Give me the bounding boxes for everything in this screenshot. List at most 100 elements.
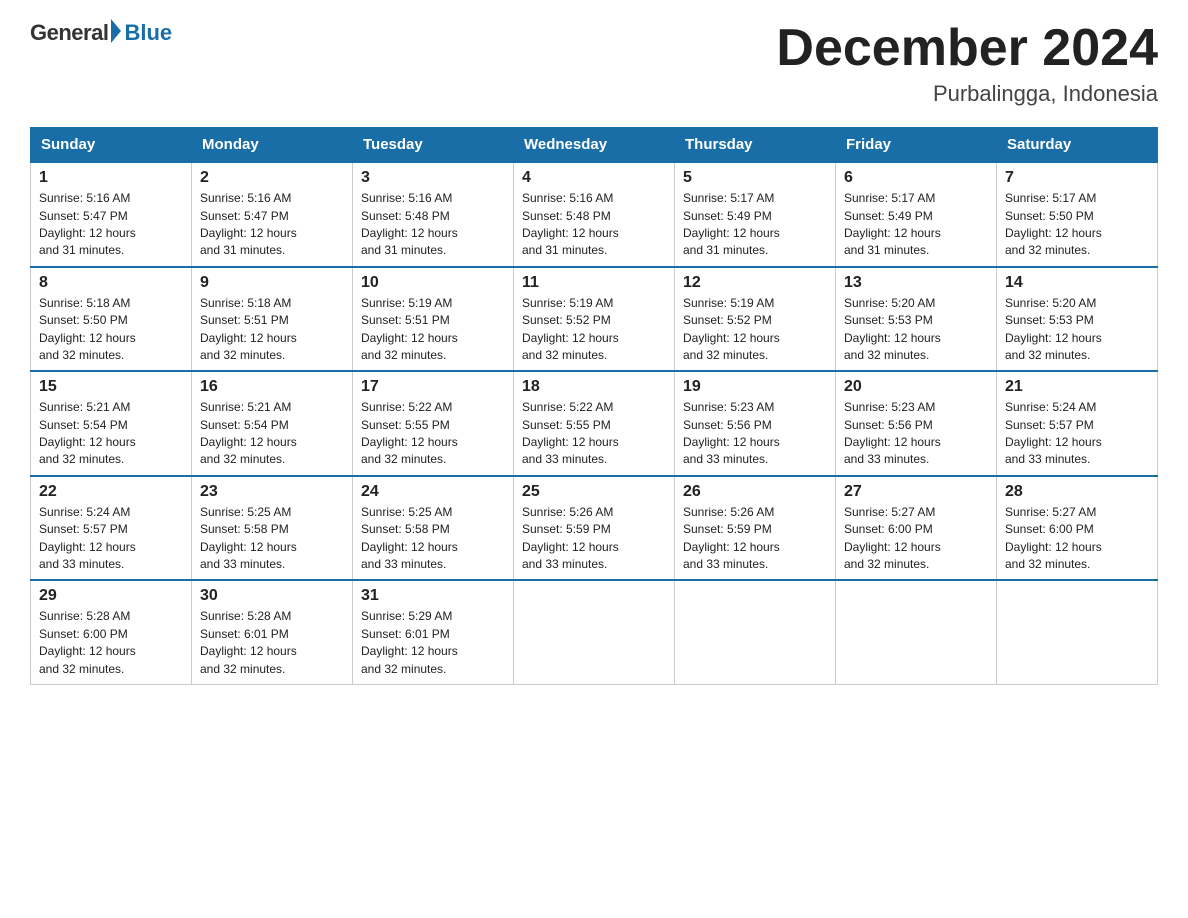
day-number: 15 bbox=[39, 378, 183, 396]
title-section: December 2024 Purbalingga, Indonesia bbox=[776, 20, 1158, 107]
calendar-day-cell: 12Sunrise: 5:19 AM Sunset: 5:52 PM Dayli… bbox=[675, 267, 836, 372]
day-number: 27 bbox=[844, 483, 988, 501]
calendar-day-cell: 3 Sunrise: 5:16 AM Sunset: 5:48 PM Daylig… bbox=[353, 162, 514, 267]
header-tuesday: Tuesday bbox=[353, 128, 514, 163]
calendar-week-row: 29 Sunrise: 5:28 AM Sunset: 6:00 PM Dayli… bbox=[31, 580, 1158, 684]
day-number: 18 bbox=[522, 378, 666, 396]
calendar-day-cell: 5Sunrise: 5:17 AM Sunset: 5:49 PM Daylig… bbox=[675, 162, 836, 267]
day-number: 23 bbox=[200, 483, 344, 501]
calendar-header-row: SundayMondayTuesdayWednesdayThursdayFrid… bbox=[31, 128, 1158, 163]
day-info: Sunrise: 5:28 AM Sunset: 6:00 PM Dayligh… bbox=[39, 608, 183, 678]
day-info: Sunrise: 5:19 AM Sunset: 5:51 PM Dayligh… bbox=[361, 295, 505, 365]
calendar-day-cell: 9 Sunrise: 5:18 AM Sunset: 5:51 PM Daylig… bbox=[192, 267, 353, 372]
calendar-day-cell: 30 Sunrise: 5:28 AM Sunset: 6:01 PM Dayli… bbox=[192, 580, 353, 684]
page-header: General Blue December 2024 Purbalingga, … bbox=[30, 20, 1158, 107]
day-number: 22 bbox=[39, 483, 183, 501]
day-number: 31 bbox=[361, 587, 505, 605]
calendar-week-row: 15 Sunrise: 5:21 AM Sunset: 5:54 PM Dayli… bbox=[31, 371, 1158, 476]
day-info: Sunrise: 5:23 AM Sunset: 5:56 PM Dayligh… bbox=[683, 399, 827, 469]
calendar-day-cell: 13 Sunrise: 5:20 AM Sunset: 5:53 PM Dayli… bbox=[836, 267, 997, 372]
day-info: Sunrise: 5:25 AM Sunset: 5:58 PM Dayligh… bbox=[200, 504, 344, 574]
calendar-day-cell bbox=[997, 580, 1158, 684]
day-info: Sunrise: 5:26 AM Sunset: 5:59 PM Dayligh… bbox=[683, 504, 827, 574]
day-info: Sunrise: 5:18 AM Sunset: 5:50 PM Dayligh… bbox=[39, 295, 183, 365]
calendar-day-cell: 8 Sunrise: 5:18 AM Sunset: 5:50 PM Daylig… bbox=[31, 267, 192, 372]
day-info: Sunrise: 5:18 AM Sunset: 5:51 PM Dayligh… bbox=[200, 295, 344, 365]
day-info: Sunrise: 5:24 AM Sunset: 5:57 PM Dayligh… bbox=[39, 504, 183, 574]
day-number: 29 bbox=[39, 587, 183, 605]
calendar-day-cell: 16Sunrise: 5:21 AM Sunset: 5:54 PM Dayli… bbox=[192, 371, 353, 476]
day-number: 8 bbox=[39, 274, 183, 292]
page-title: December 2024 bbox=[776, 20, 1158, 77]
day-number: 2 bbox=[200, 169, 344, 187]
calendar-day-cell: 26 Sunrise: 5:26 AM Sunset: 5:59 PM Dayli… bbox=[675, 476, 836, 581]
day-number: 4 bbox=[522, 169, 666, 187]
day-number: 26 bbox=[683, 483, 827, 501]
day-number: 1 bbox=[39, 169, 183, 187]
calendar-day-cell: 10 Sunrise: 5:19 AM Sunset: 5:51 PM Dayli… bbox=[353, 267, 514, 372]
calendar-day-cell: 31 Sunrise: 5:29 AM Sunset: 6:01 PM Dayli… bbox=[353, 580, 514, 684]
day-number: 3 bbox=[361, 169, 505, 187]
logo-triangle-icon bbox=[111, 19, 121, 43]
day-number: 20 bbox=[844, 378, 988, 396]
day-info: Sunrise: 5:29 AM Sunset: 6:01 PM Dayligh… bbox=[361, 608, 505, 678]
logo-general-text: General bbox=[30, 20, 108, 46]
calendar-table: SundayMondayTuesdayWednesdayThursdayFrid… bbox=[30, 127, 1158, 685]
calendar-day-cell: 23 Sunrise: 5:25 AM Sunset: 5:58 PM Dayli… bbox=[192, 476, 353, 581]
calendar-day-cell: 27 Sunrise: 5:27 AM Sunset: 6:00 PM Dayli… bbox=[836, 476, 997, 581]
calendar-day-cell: 29 Sunrise: 5:28 AM Sunset: 6:00 PM Dayli… bbox=[31, 580, 192, 684]
day-info: Sunrise: 5:23 AM Sunset: 5:56 PM Dayligh… bbox=[844, 399, 988, 469]
header-monday: Monday bbox=[192, 128, 353, 163]
calendar-day-cell: 20 Sunrise: 5:23 AM Sunset: 5:56 PM Dayli… bbox=[836, 371, 997, 476]
calendar-day-cell: 18 Sunrise: 5:22 AM Sunset: 5:55 PM Dayli… bbox=[514, 371, 675, 476]
day-number: 16 bbox=[200, 378, 344, 396]
calendar-day-cell: 15 Sunrise: 5:21 AM Sunset: 5:54 PM Dayli… bbox=[31, 371, 192, 476]
day-info: Sunrise: 5:28 AM Sunset: 6:01 PM Dayligh… bbox=[200, 608, 344, 678]
calendar-day-cell bbox=[675, 580, 836, 684]
day-info: Sunrise: 5:20 AM Sunset: 5:53 PM Dayligh… bbox=[844, 295, 988, 365]
day-info: Sunrise: 5:16 AM Sunset: 5:48 PM Dayligh… bbox=[522, 190, 666, 260]
calendar-day-cell bbox=[514, 580, 675, 684]
header-sunday: Sunday bbox=[31, 128, 192, 163]
day-number: 9 bbox=[200, 274, 344, 292]
header-thursday: Thursday bbox=[675, 128, 836, 163]
day-info: Sunrise: 5:16 AM Sunset: 5:47 PM Dayligh… bbox=[200, 190, 344, 260]
day-info: Sunrise: 5:16 AM Sunset: 5:47 PM Dayligh… bbox=[39, 190, 183, 260]
day-number: 13 bbox=[844, 274, 988, 292]
day-info: Sunrise: 5:17 AM Sunset: 5:49 PM Dayligh… bbox=[844, 190, 988, 260]
calendar-day-cell: 17 Sunrise: 5:22 AM Sunset: 5:55 PM Dayli… bbox=[353, 371, 514, 476]
day-info: Sunrise: 5:16 AM Sunset: 5:48 PM Dayligh… bbox=[361, 190, 505, 260]
day-info: Sunrise: 5:22 AM Sunset: 5:55 PM Dayligh… bbox=[361, 399, 505, 469]
day-info: Sunrise: 5:22 AM Sunset: 5:55 PM Dayligh… bbox=[522, 399, 666, 469]
calendar-day-cell: 28 Sunrise: 5:27 AM Sunset: 6:00 PM Dayli… bbox=[997, 476, 1158, 581]
calendar-day-cell: 11 Sunrise: 5:19 AM Sunset: 5:52 PM Dayli… bbox=[514, 267, 675, 372]
day-number: 10 bbox=[361, 274, 505, 292]
day-number: 30 bbox=[200, 587, 344, 605]
header-wednesday: Wednesday bbox=[514, 128, 675, 163]
day-info: Sunrise: 5:27 AM Sunset: 6:00 PM Dayligh… bbox=[1005, 504, 1149, 574]
day-number: 28 bbox=[1005, 483, 1149, 501]
calendar-day-cell: 19 Sunrise: 5:23 AM Sunset: 5:56 PM Dayli… bbox=[675, 371, 836, 476]
day-info: Sunrise: 5:26 AM Sunset: 5:59 PM Dayligh… bbox=[522, 504, 666, 574]
calendar-day-cell: 6Sunrise: 5:17 AM Sunset: 5:49 PM Daylig… bbox=[836, 162, 997, 267]
day-number: 17 bbox=[361, 378, 505, 396]
calendar-day-cell: 2 Sunrise: 5:16 AM Sunset: 5:47 PM Daylig… bbox=[192, 162, 353, 267]
calendar-day-cell: 25 Sunrise: 5:26 AM Sunset: 5:59 PM Dayli… bbox=[514, 476, 675, 581]
day-info: Sunrise: 5:19 AM Sunset: 5:52 PM Dayligh… bbox=[522, 295, 666, 365]
day-number: 11 bbox=[522, 274, 666, 292]
page-subtitle: Purbalingga, Indonesia bbox=[776, 81, 1158, 107]
day-info: Sunrise: 5:24 AM Sunset: 5:57 PM Dayligh… bbox=[1005, 399, 1149, 469]
day-info: Sunrise: 5:27 AM Sunset: 6:00 PM Dayligh… bbox=[844, 504, 988, 574]
day-number: 25 bbox=[522, 483, 666, 501]
day-info: Sunrise: 5:25 AM Sunset: 5:58 PM Dayligh… bbox=[361, 504, 505, 574]
day-info: Sunrise: 5:20 AM Sunset: 5:53 PM Dayligh… bbox=[1005, 295, 1149, 365]
day-number: 5 bbox=[683, 169, 827, 187]
calendar-week-row: 1 Sunrise: 5:16 AM Sunset: 5:47 PM Daylig… bbox=[31, 162, 1158, 267]
day-info: Sunrise: 5:21 AM Sunset: 5:54 PM Dayligh… bbox=[39, 399, 183, 469]
header-saturday: Saturday bbox=[997, 128, 1158, 163]
logo-blue-text: Blue bbox=[124, 20, 172, 46]
day-number: 19 bbox=[683, 378, 827, 396]
day-info: Sunrise: 5:17 AM Sunset: 5:50 PM Dayligh… bbox=[1005, 190, 1149, 260]
day-number: 14 bbox=[1005, 274, 1149, 292]
calendar-day-cell: 21Sunrise: 5:24 AM Sunset: 5:57 PM Dayli… bbox=[997, 371, 1158, 476]
